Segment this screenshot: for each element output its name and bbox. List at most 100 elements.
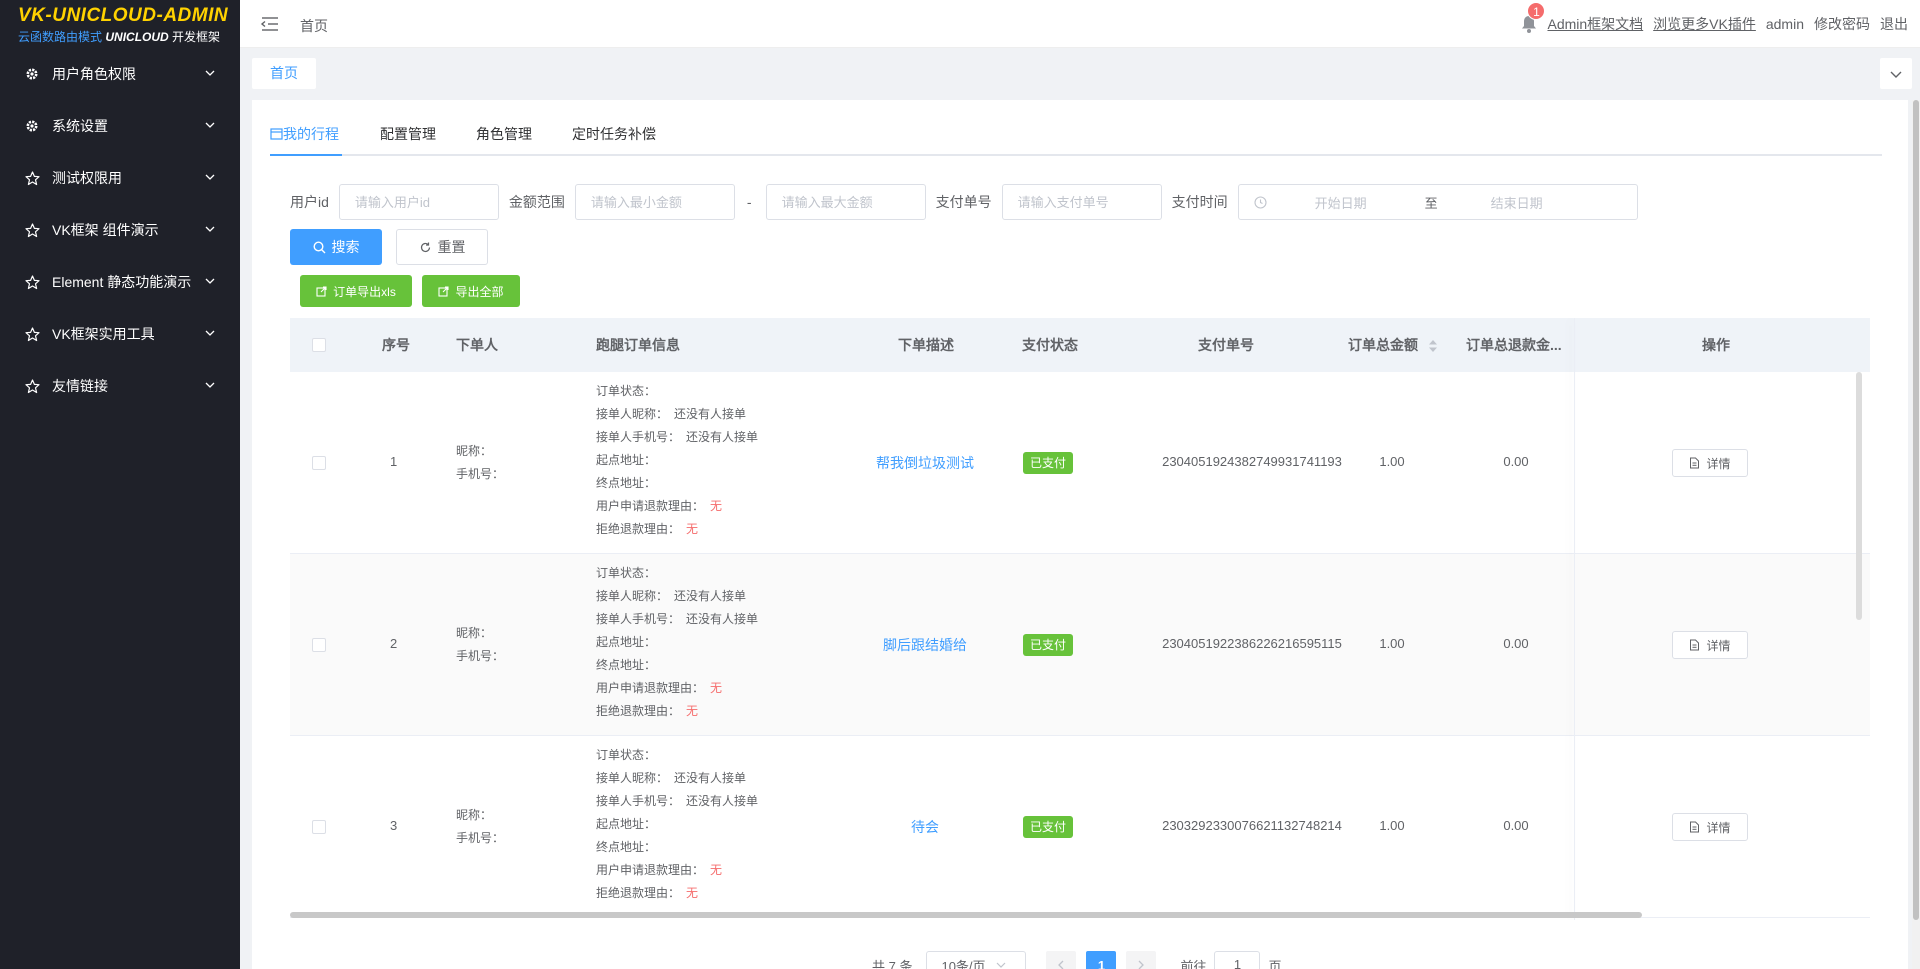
sidebar-item[interactable]: 系统设置 — [0, 100, 240, 152]
prev-page-button[interactable] — [1046, 951, 1077, 969]
date-range-to: 至 — [1424, 195, 1438, 211]
reject-reason-value: 无 — [686, 704, 699, 718]
row-checkbox[interactable] — [312, 820, 326, 834]
sidebar-item-label: 友情链接 — [52, 378, 108, 394]
taker-phone-value: 还没有人接单 — [686, 430, 759, 444]
tab-config[interactable]: 配置管理 — [380, 124, 436, 156]
sidebar-item[interactable]: Element 静态功能演示 — [0, 256, 240, 308]
pagination: 共 7 条 10条/页 1 前往 1 页 — [872, 951, 1282, 969]
tags-bar: 首页 — [240, 48, 1920, 100]
username[interactable]: admin — [1766, 16, 1804, 32]
chevron-down-icon — [204, 326, 218, 340]
export-xls-button[interactable]: 订单导出xls — [300, 275, 412, 307]
notification-badge: 1 — [1527, 2, 1546, 20]
sidebar-item-label: 系统设置 — [52, 118, 108, 134]
pay-no-input[interactable] — [1001, 184, 1162, 220]
page-scrollbar-thumb[interactable] — [1913, 100, 1919, 920]
goto-input[interactable]: 1 — [1214, 951, 1261, 969]
order-total: 1.00 — [1379, 636, 1405, 651]
detail-button[interactable]: 详情 — [1672, 449, 1748, 477]
taker-nick-line: 接单人昵称： 还没有人接单 — [596, 767, 758, 790]
tab-my-trips[interactable]: 我的行程 — [270, 124, 339, 156]
page-number[interactable]: 1 — [1086, 951, 1117, 969]
reset-button[interactable]: 重置 — [396, 229, 488, 265]
chevron-down-icon — [204, 66, 218, 80]
detail-button[interactable]: 详情 — [1672, 631, 1748, 659]
min-amount-input[interactable] — [574, 184, 735, 220]
col-total[interactable]: 订单总金额 — [1348, 318, 1438, 372]
detail-button[interactable]: 详情 — [1672, 813, 1748, 841]
chevron-left-icon — [1058, 960, 1064, 969]
search-icon — [312, 240, 325, 253]
col-total-label: 订单总金额 — [1348, 337, 1418, 353]
taker-phone-line: 接单人手机号： 还没有人接单 — [596, 608, 758, 631]
document-icon — [1689, 821, 1700, 833]
tab-scheduled-tasks[interactable]: 定时任务补偿 — [572, 124, 656, 156]
table-vertical-scrollbar[interactable] — [1856, 372, 1862, 620]
logo-sub-prefix: 云函数路由模式 — [18, 30, 103, 44]
sidebar-item[interactable]: VK框架实用工具 — [0, 308, 240, 360]
tags-dropdown-icon[interactable] — [1880, 58, 1912, 89]
tab-roles[interactable]: 角色管理 — [476, 124, 532, 156]
more-plugins-link[interactable]: 浏览更多VK插件 — [1653, 14, 1756, 34]
order-status-label: 订单状态： — [596, 384, 657, 398]
row-index: 1 — [390, 454, 398, 469]
search-button[interactable]: 搜索 — [290, 229, 382, 265]
orders-table: 序号 下单人 跑腿订单信息 下单描述 支付状态 支付单号 订单总金额 订单总退款… — [290, 318, 1870, 920]
logout-link[interactable]: 退出 — [1880, 14, 1908, 34]
max-amount-input[interactable] — [765, 184, 926, 220]
refund-reason-line: 用户申请退款理由： 无 — [596, 859, 758, 882]
tag-home[interactable]: 首页 — [252, 58, 316, 89]
calendar-icon — [270, 128, 283, 140]
end-date-placeholder: 结束日期 — [1490, 195, 1543, 211]
order-status-label: 订单状态： — [596, 748, 657, 762]
admin-docs-link[interactable]: Admin框架文档 — [1547, 14, 1643, 34]
sidebar-item[interactable]: VK框架 组件演示 — [0, 204, 240, 256]
order-total: 1.00 — [1379, 454, 1405, 469]
pay-time-label: 支付时间 — [1171, 194, 1228, 210]
page-scrollbar[interactable] — [1912, 100, 1920, 969]
user-id-input[interactable] — [338, 184, 499, 220]
star-icon — [24, 274, 40, 290]
page-size-select[interactable]: 10条/页 — [926, 951, 1027, 969]
refund-reason-label: 用户申请退款理由： — [596, 863, 705, 877]
pay-status-badge: 已支付 — [1023, 634, 1074, 656]
fixed-column-divider — [1574, 318, 1575, 920]
goto-label: 前往 — [1180, 958, 1207, 969]
orderer-info: 昵称： 手机号： — [456, 622, 504, 668]
next-page-button[interactable] — [1126, 951, 1157, 969]
collapse-menu-icon[interactable] — [260, 14, 280, 34]
reject-reason-value: 无 — [686, 886, 699, 900]
sidebar: VK-UNICLOUD-ADMIN 云函数路由模式 UNICLOUD 开发框架 … — [0, 0, 240, 969]
col-index: 序号 — [382, 337, 410, 353]
table-horizontal-scrollbar[interactable] — [290, 912, 1642, 918]
sidebar-item[interactable]: 用户角色权限 — [0, 48, 240, 100]
col-orderer: 下单人 — [456, 337, 498, 353]
taker-phone-label: 接单人手机号： — [596, 794, 681, 808]
bell-icon[interactable]: 1 — [1519, 2, 1546, 34]
sidebar-item[interactable]: 友情链接 — [0, 360, 240, 412]
change-password-link[interactable]: 修改密码 — [1814, 14, 1870, 34]
export-all-button[interactable]: 导出全部 — [422, 275, 520, 307]
phone-label: 手机号： — [456, 649, 505, 663]
page-unit: 页 — [1268, 958, 1282, 969]
col-pay-no: 支付单号 — [1198, 337, 1254, 353]
sort-icon[interactable] — [1428, 339, 1438, 353]
row-checkbox[interactable] — [312, 456, 326, 470]
sidebar-item[interactable]: 测试权限用 — [0, 152, 240, 204]
star-icon — [24, 378, 40, 394]
order-status-label: 订单状态： — [596, 566, 657, 580]
date-range-picker[interactable]: 开始日期 至 结束日期 — [1237, 184, 1638, 220]
table-row: 2 昵称： 手机号： 订单状态： 接单人昵称： 还没有人接单 接单人手机号： 还没有人接单 起点… — [290, 554, 1870, 736]
document-icon — [1689, 457, 1700, 469]
order-total: 1.00 — [1379, 818, 1405, 833]
row-checkbox[interactable] — [312, 638, 326, 652]
select-all-checkbox[interactable] — [312, 338, 326, 352]
start-date-placeholder: 开始日期 — [1314, 195, 1367, 211]
col-refund[interactable]: 订单总退款金... — [1466, 318, 1572, 372]
col-refund-label: 订单总退款金... — [1466, 337, 1562, 353]
star-icon — [24, 222, 40, 238]
logo-subtitle: 云函数路由模式 UNICLOUD 开发框架 — [18, 29, 240, 45]
detail-button-label: 详情 — [1706, 638, 1731, 653]
breadcrumb[interactable]: 首页 — [300, 16, 328, 36]
